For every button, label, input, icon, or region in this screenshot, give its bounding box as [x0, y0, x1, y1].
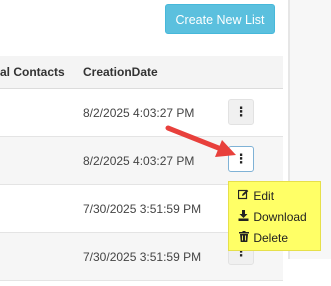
menu-item-edit[interactable]: Edit [237, 187, 274, 205]
download-icon [237, 209, 250, 227]
menu-item-label: Edit [253, 189, 275, 203]
table-row: 8/2/2025 4:03:27 PM ⋮ [0, 89, 283, 137]
menu-item-label: Download [253, 210, 307, 224]
menu-item-delete[interactable]: Delete [237, 229, 288, 247]
creation-date-cell: 8/2/2025 4:03:27 PM [83, 105, 195, 120]
table-row: 8/2/2025 4:03:27 PM ⋮ [0, 137, 283, 185]
row-actions-button[interactable]: ⋮ [228, 99, 254, 125]
creation-date-cell: 7/30/2025 3:51:59 PM [83, 249, 202, 264]
create-new-list-button[interactable]: Create New List [165, 4, 275, 34]
edit-icon [237, 188, 250, 206]
row-actions-button-active[interactable]: ⋮ [228, 146, 254, 172]
menu-item-download[interactable]: Download [237, 208, 307, 226]
table-header: al Contacts CreationDate [0, 56, 283, 89]
menu-item-label: Delete [253, 231, 289, 245]
trash-icon [237, 230, 250, 248]
row-actions-menu: Edit Download Delete [228, 181, 321, 251]
creation-date-cell: 8/2/2025 4:03:27 PM [83, 153, 195, 168]
column-header-contacts[interactable]: al Contacts [0, 56, 65, 88]
column-header-creation-date[interactable]: CreationDate [83, 56, 158, 88]
